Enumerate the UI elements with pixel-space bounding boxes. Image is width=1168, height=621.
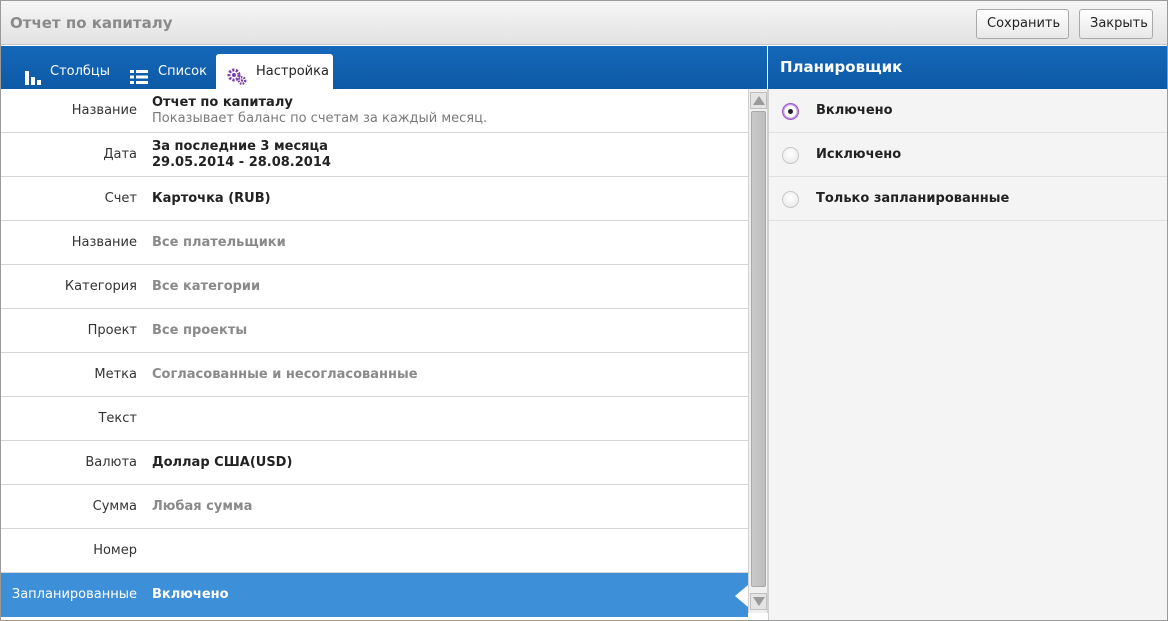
title-bar: Отчет по капиталу Сохранить Закрыть (1, 1, 1167, 54)
row-value: Доллар США(USD) (152, 455, 293, 470)
form-row-tag[interactable]: Метка Согласованные и несогласованные (1, 353, 748, 397)
row-value: Включено (152, 587, 229, 602)
row-label: Счет (104, 191, 137, 206)
settings-form: Название Отчет по капиталу Показывает ба… (1, 89, 748, 617)
report-window: Отчет по капиталу Сохранить Закрыть Стол… (0, 0, 1168, 621)
row-value: Любая сумма (152, 499, 253, 514)
form-row-name[interactable]: Название Отчет по капиталу Показывает ба… (1, 89, 748, 133)
scheduler-option-only-scheduled[interactable]: Только запланированные (769, 177, 1167, 221)
save-button[interactable]: Сохранить (976, 9, 1069, 54)
scroll-up-button[interactable] (750, 92, 767, 109)
form-row-text[interactable]: Текст (1, 397, 748, 441)
form-row-currency[interactable]: Валюта Доллар США(USD) (1, 441, 748, 485)
selection-pointer (735, 585, 748, 607)
row-value: Все плательщики (152, 235, 286, 250)
form-row-project[interactable]: Проект Все проекты (1, 309, 748, 353)
tab-columns-label: Столбцы (50, 64, 111, 79)
form-row-amount[interactable]: Сумма Любая сумма (1, 485, 748, 529)
row-label: Запланированные (11, 587, 137, 602)
row-label: Текст (98, 411, 137, 426)
tab-list[interactable]: Список (120, 54, 214, 89)
scheduler-title: Планировщик (768, 46, 1167, 89)
tab-settings[interactable]: Настройка (216, 54, 333, 89)
row-label: Проект (87, 323, 137, 338)
scheduler-option-included[interactable]: Включено (769, 89, 1167, 133)
date-range: 29.05.2014 - 28.08.2014 (152, 155, 331, 170)
window-title: Отчет по капиталу (10, 14, 173, 32)
row-label: Название (71, 235, 137, 250)
form-row-number[interactable]: Номер (1, 529, 748, 573)
scroll-thumb[interactable] (751, 111, 766, 587)
form-row-date[interactable]: Дата За последние 3 месяца 29.05.2014 - … (1, 133, 748, 177)
radio-button[interactable] (782, 147, 799, 164)
row-value: Согласованные и несогласованные (152, 367, 418, 382)
option-label: Исключено (816, 147, 902, 162)
row-label: Категория (64, 279, 137, 294)
tab-list-label: Список (158, 64, 207, 79)
option-label: Только запланированные (816, 191, 1010, 206)
date-period: За последние 3 месяца (152, 139, 328, 154)
form-row-scheduled[interactable]: Запланированные Включено (1, 573, 748, 617)
report-description: Показывает баланс по счетам за каждый ме… (152, 111, 488, 126)
radio-button[interactable] (782, 103, 799, 120)
form-row-payee[interactable]: Название Все плательщики (1, 221, 748, 265)
row-value: Все категории (152, 279, 261, 294)
row-value: Отчет по капиталу Показывает баланс по с… (152, 95, 487, 127)
tab-bar: Столбцы Список Настройка (1, 46, 767, 89)
row-label: Название (71, 103, 137, 118)
row-label: Дата (103, 147, 137, 162)
radio-button[interactable] (782, 191, 799, 208)
row-value: Все проекты (152, 323, 248, 338)
row-label: Валюта (85, 455, 137, 470)
row-value: Карточка (RUB) (152, 191, 271, 206)
row-label: Номер (93, 543, 137, 558)
tab-settings-label: Настройка (256, 64, 329, 79)
form-row-account[interactable]: Счет Карточка (RUB) (1, 177, 748, 221)
close-button[interactable]: Закрыть (1079, 9, 1153, 39)
row-value: За последние 3 месяца 29.05.2014 - 28.08… (152, 139, 331, 171)
row-label: Сумма (92, 499, 137, 514)
form-row-category[interactable]: Категория Все категории (1, 265, 748, 309)
scrollbar[interactable] (748, 89, 768, 613)
save-button-label: Сохранить (987, 16, 1061, 31)
row-label: Метка (94, 367, 137, 382)
scheduler-panel: Включено Исключено Только запланированны… (768, 89, 1167, 620)
report-name: Отчет по капиталу (152, 95, 293, 110)
tab-columns[interactable]: Столбцы (15, 54, 113, 89)
option-label: Включено (816, 103, 893, 118)
scroll-down-button[interactable] (750, 593, 767, 610)
scheduler-option-excluded[interactable]: Исключено (769, 133, 1167, 177)
